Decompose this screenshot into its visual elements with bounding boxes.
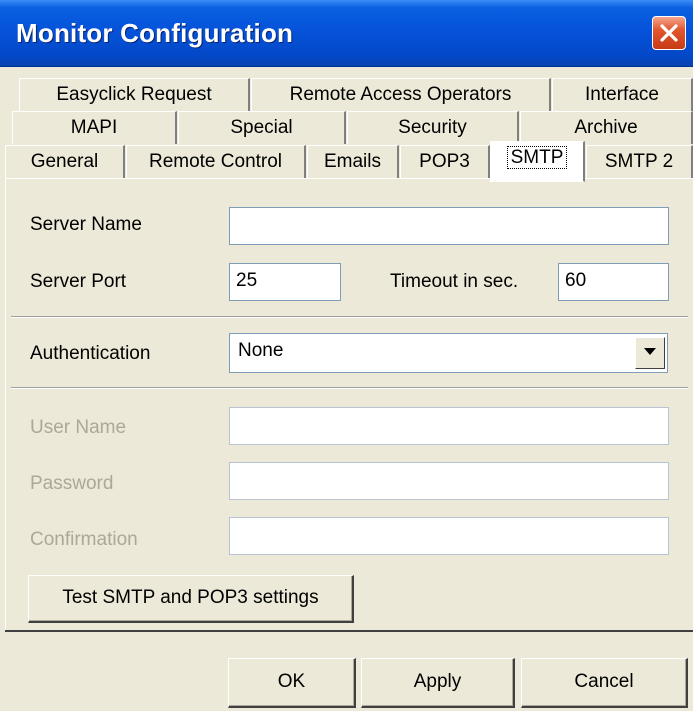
tab-mapi[interactable]: MAPI (12, 111, 177, 144)
tab-label: MAPI (70, 117, 118, 138)
window-title: Monitor Configuration (16, 18, 294, 48)
tab-label: Special (230, 117, 293, 138)
tab-smtp-2[interactable]: SMTP 2 (586, 145, 693, 178)
tab-remote-control[interactable]: Remote Control (126, 145, 306, 178)
server-name-input[interactable] (229, 207, 669, 245)
tab-label: POP3 (419, 151, 470, 172)
tab-label: Easyclick Request (56, 84, 212, 105)
tab-smtp[interactable]: SMTP (490, 141, 585, 182)
tab-label: Remote Control (148, 151, 283, 172)
tab-label: Remote Access Operators (289, 84, 512, 105)
timeout-input[interactable]: 60 (558, 263, 669, 301)
tab-label: Interface (585, 84, 659, 105)
title-bar[interactable]: Monitor Configuration (0, 0, 693, 67)
divider (11, 316, 688, 318)
password-label: Password (30, 473, 114, 494)
tab-general[interactable]: General (5, 145, 125, 178)
server-name-label: Server Name (30, 214, 142, 235)
close-button[interactable] (652, 16, 686, 50)
authentication-value: None (238, 340, 284, 361)
confirmation-label: Confirmation (30, 529, 138, 550)
timeout-label: Timeout in sec. (390, 271, 519, 292)
close-icon (660, 24, 678, 42)
authentication-label: Authentication (30, 343, 151, 364)
panel-bottom-edge (5, 630, 693, 632)
server-port-input[interactable]: 25 (229, 263, 341, 301)
tab-security[interactable]: Security (347, 111, 519, 144)
tab-special[interactable]: Special (178, 111, 346, 144)
tab-pop3[interactable]: POP3 (400, 145, 490, 178)
tab-label: SMTP 2 (604, 151, 674, 172)
smtp-panel (5, 178, 693, 630)
tab-label: Emails (323, 151, 381, 172)
cancel-button[interactable]: Cancel (521, 658, 688, 708)
tab-label: General (30, 151, 99, 172)
ok-button[interactable]: OK (228, 658, 356, 708)
server-port-label: Server Port (30, 271, 127, 292)
tab-label: Security (398, 117, 467, 138)
confirmation-input[interactable] (229, 517, 669, 555)
user-name-input[interactable] (229, 407, 669, 445)
authentication-select[interactable]: None (229, 333, 668, 373)
test-settings-button[interactable]: Test SMTP and POP3 settings (28, 575, 354, 623)
tab-archive[interactable]: Archive (520, 111, 693, 144)
tab-label: SMTP (506, 146, 568, 169)
divider (11, 387, 688, 389)
tab-interface[interactable]: Interface (552, 78, 693, 111)
tab-label: Archive (574, 117, 638, 138)
chevron-down-icon (644, 348, 656, 355)
tab-easyclick-request[interactable]: Easyclick Request (19, 78, 250, 111)
user-name-label: User Name (30, 417, 127, 438)
password-input[interactable] (229, 462, 669, 500)
window: Monitor Configuration Easyclick Request … (0, 0, 693, 711)
tab-remote-access-operators[interactable]: Remote Access Operators (251, 78, 551, 111)
apply-button[interactable]: Apply (361, 658, 515, 708)
dropdown-button[interactable] (635, 337, 665, 369)
tab-emails[interactable]: Emails (307, 145, 399, 178)
